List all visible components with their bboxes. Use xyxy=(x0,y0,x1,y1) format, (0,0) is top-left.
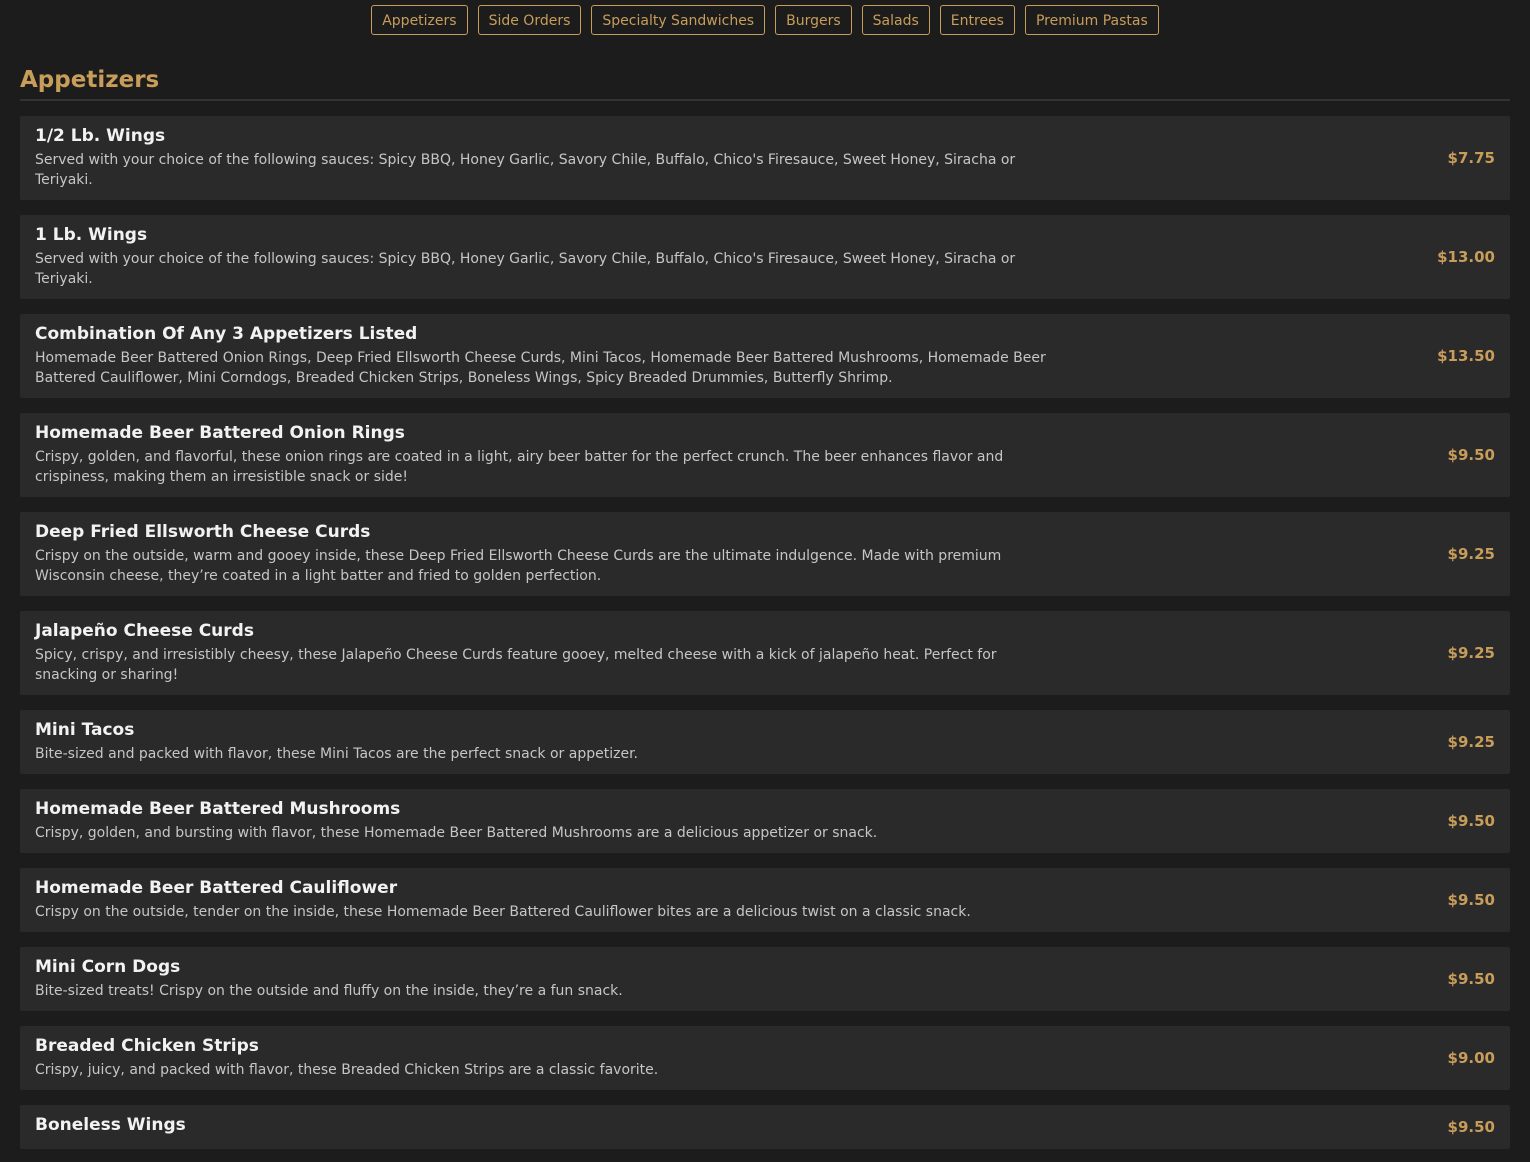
menu-item: Homemade Beer Battered Cauliflower Crispy… xyxy=(20,868,1510,932)
menu-item-text: Mini Corn Dogs Bite-sized treats! Crispy … xyxy=(35,956,1050,1001)
section-title: Appetizers xyxy=(20,67,1510,101)
menu-item-text: Homemade Beer Battered Onion Rings Crispy… xyxy=(35,422,1050,487)
menu-item-text: Combination Of Any 3 Appetizers Listed Ho… xyxy=(35,323,1050,388)
menu-item-name: Homemade Beer Battered Mushrooms xyxy=(35,799,401,819)
menu-item-description: Served with your choice of the following… xyxy=(35,251,1016,287)
menu-item-price: $13.00 xyxy=(1437,247,1495,266)
menu-item-description: Bite-sized treats! Crispy on the outside… xyxy=(35,983,623,999)
tab-burgers[interactable]: Burgers xyxy=(775,5,852,35)
menu-item-price: $9.50 xyxy=(1447,890,1495,909)
menu-item-price: $9.50 xyxy=(1447,811,1495,830)
menu-item-price: $9.50 xyxy=(1447,445,1495,464)
menu-item-text: Mini Tacos Bite-sized and packed with fla… xyxy=(35,719,1050,764)
category-nav: Appetizers Side Orders Specialty Sandwic… xyxy=(0,0,1530,37)
menu-item-price: $9.50 xyxy=(1447,969,1495,988)
menu-item-name: Homemade Beer Battered Cauliflower xyxy=(35,878,398,898)
menu-item-list: 1/2 Lb. Wings Served with your choice of … xyxy=(20,116,1510,1149)
tab-premium-pastas[interactable]: Premium Pastas xyxy=(1024,5,1159,35)
menu-item: Mini Tacos Bite-sized and packed with fla… xyxy=(20,710,1510,774)
menu-item-description: Crispy, juicy, and packed with flavor, t… xyxy=(35,1062,659,1078)
menu-item: Breaded Chicken Strips Crispy, juicy, and… xyxy=(20,1026,1510,1090)
menu-item-text: 1/2 Lb. Wings Served with your choice of … xyxy=(35,125,1050,190)
menu-item-text: Jalapeño Cheese Curds Spicy, crispy, and … xyxy=(35,620,1050,685)
menu-item-name: 1 Lb. Wings xyxy=(35,225,148,245)
menu-item: Jalapeño Cheese Curds Spicy, crispy, and … xyxy=(20,611,1510,695)
menu-item: Boneless Wings $9.50 xyxy=(20,1105,1510,1149)
menu-item-description: Crispy on the outside, tender on the ins… xyxy=(35,904,971,920)
menu-item-text: Breaded Chicken Strips Crispy, juicy, and… xyxy=(35,1035,1050,1080)
menu-item-name: Boneless Wings xyxy=(35,1115,186,1135)
menu-item-description: Crispy, golden, and bursting with flavor… xyxy=(35,825,878,841)
menu-item-text: Homemade Beer Battered Mushrooms Crispy, … xyxy=(35,798,1050,843)
menu-item-description: Crispy on the outside, warm and gooey in… xyxy=(35,548,1002,584)
menu-item-description: Crispy, golden, and flavorful, these oni… xyxy=(35,449,1004,485)
menu-item-text: 1 Lb. Wings Served with your choice of th… xyxy=(35,224,1050,289)
menu-item-name: Mini Corn Dogs xyxy=(35,957,181,977)
menu-item-text: Deep Fried Ellsworth Cheese Curds Crispy … xyxy=(35,521,1050,586)
menu-item: Mini Corn Dogs Bite-sized treats! Crispy … xyxy=(20,947,1510,1011)
menu-item-price: $7.75 xyxy=(1447,148,1495,167)
menu-item: 1 Lb. Wings Served with your choice of th… xyxy=(20,215,1510,299)
menu-item: Deep Fried Ellsworth Cheese Curds Crispy … xyxy=(20,512,1510,596)
tab-entrees[interactable]: Entrees xyxy=(939,5,1015,35)
menu-item-name: Mini Tacos xyxy=(35,720,135,740)
menu-item-name: 1/2 Lb. Wings xyxy=(35,126,166,146)
menu-item-price: $9.50 xyxy=(1447,1117,1495,1136)
menu-item-name: Deep Fried Ellsworth Cheese Curds xyxy=(35,522,371,542)
menu-item-price: $13.50 xyxy=(1437,346,1495,365)
menu-item-price: $9.25 xyxy=(1447,544,1495,563)
menu-section-appetizers: Appetizers 1/2 Lb. Wings Served with your… xyxy=(0,67,1530,1149)
menu-item-description: Spicy, crispy, and irresistibly cheesy, … xyxy=(35,647,997,683)
menu-item: Combination Of Any 3 Appetizers Listed Ho… xyxy=(20,314,1510,398)
menu-item-price: $9.25 xyxy=(1447,643,1495,662)
menu-item: Homemade Beer Battered Mushrooms Crispy, … xyxy=(20,789,1510,853)
tab-salads[interactable]: Salads xyxy=(861,5,930,35)
menu-item-description: Homemade Beer Battered Onion Rings, Deep… xyxy=(35,350,1046,386)
tab-appetizers[interactable]: Appetizers xyxy=(371,5,468,35)
menu-item-name: Homemade Beer Battered Onion Rings xyxy=(35,423,405,443)
menu-item-name: Jalapeño Cheese Curds xyxy=(35,621,254,641)
menu-item-name: Breaded Chicken Strips xyxy=(35,1036,259,1056)
menu-item-price: $9.00 xyxy=(1447,1048,1495,1067)
menu-item-description: Served with your choice of the following… xyxy=(35,152,1016,188)
menu-item-price: $9.25 xyxy=(1447,732,1495,751)
menu-item-text: Boneless Wings xyxy=(35,1114,1050,1139)
menu-item: 1/2 Lb. Wings Served with your choice of … xyxy=(20,116,1510,200)
menu-item-text: Homemade Beer Battered Cauliflower Crispy… xyxy=(35,877,1050,922)
menu-item-description: Bite-sized and packed with flavor, these… xyxy=(35,746,638,762)
tab-side-orders[interactable]: Side Orders xyxy=(477,5,582,35)
menu-item: Homemade Beer Battered Onion Rings Crispy… xyxy=(20,413,1510,497)
tab-specialty-sandwiches[interactable]: Specialty Sandwiches xyxy=(591,5,766,35)
menu-item-name: Combination Of Any 3 Appetizers Listed xyxy=(35,324,418,344)
